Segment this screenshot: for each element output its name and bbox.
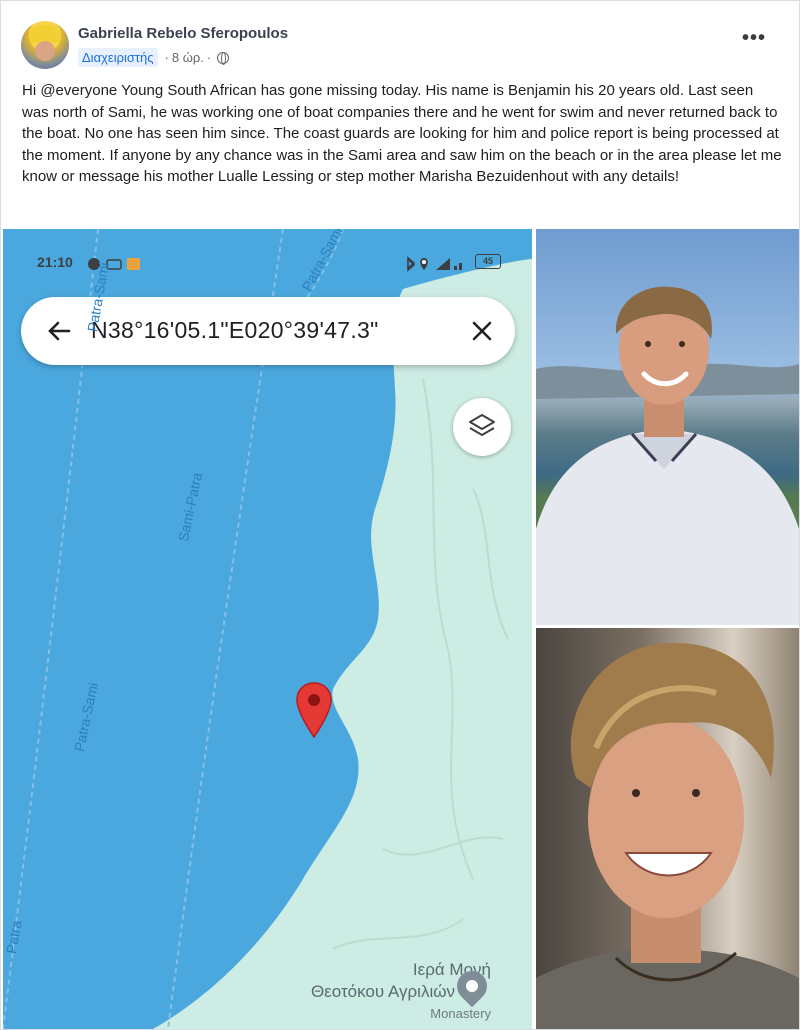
post-media: 21:10 45 N38°16'05.1"E020°39'47.3" Patra… [3, 229, 799, 1029]
poi-name-line1: Ιερά Μονή [412, 960, 491, 979]
post-meta: Διαχειριστής · 8 ώρ. · [78, 48, 230, 67]
avatar-face [35, 41, 55, 61]
more-options-button[interactable]: ••• [739, 28, 769, 57]
battery-icon: 45 [475, 254, 501, 269]
post-text: Hi @everyone Young South African has gon… [22, 82, 782, 186]
close-icon[interactable] [468, 317, 496, 345]
coordinates-query[interactable]: N38°16'05.1"E020°39'47.3" [91, 317, 379, 344]
portrait-image [536, 286, 799, 625]
closeup-image [536, 642, 799, 1029]
photo-outdoor-portrait[interactable] [536, 229, 799, 625]
post-header: Gabriella Rebelo Sferopoulos Διαχειριστή… [21, 21, 781, 73]
globe-icon [217, 51, 230, 65]
poi-label[interactable]: Ιερά Μονή Θεοτόκου Αγριλιών Monastery [261, 959, 491, 1025]
status-time: 21:10 [37, 254, 73, 270]
photo-closeup-portrait[interactable] [536, 628, 799, 1029]
author-avatar[interactable] [21, 21, 69, 69]
facebook-post: Gabriella Rebelo Sferopoulos Διαχειριστή… [0, 0, 800, 1030]
role-badge[interactable]: Διαχειριστής [78, 48, 158, 67]
layers-button[interactable] [453, 398, 511, 456]
poi-subtitle: Monastery [430, 1006, 491, 1021]
post-time[interactable]: 8 ώρ. [172, 50, 204, 65]
map-pin-icon[interactable] [295, 681, 333, 739]
layers-icon [469, 414, 495, 436]
back-arrow-icon[interactable] [45, 317, 73, 345]
author-name[interactable]: Gabriella Rebelo Sferopoulos [78, 25, 288, 42]
meta-separator-2: · [206, 50, 212, 65]
map-screenshot[interactable]: 21:10 45 N38°16'05.1"E020°39'47.3" Patra… [3, 229, 532, 1029]
meta-separator: · [164, 50, 169, 65]
